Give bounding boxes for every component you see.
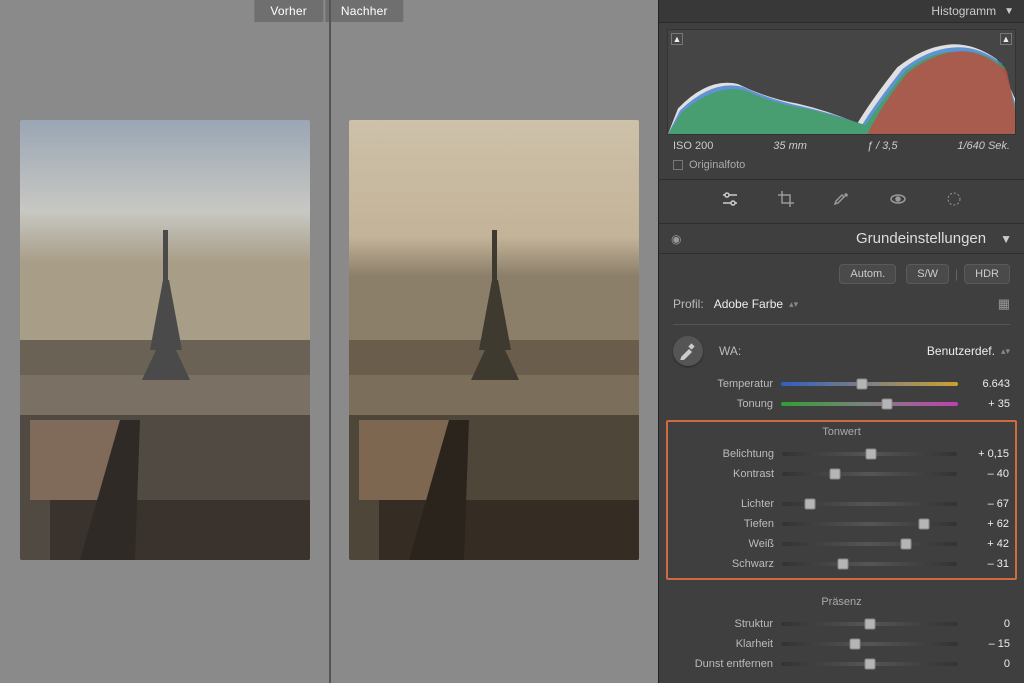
panel-toggle-eye-icon[interactable]: ◉ <box>671 232 681 246</box>
preview-divider[interactable] <box>329 0 331 683</box>
wb-dropdown[interactable]: Benutzerdef. ▴▾ <box>927 344 1010 358</box>
treatment-modes: Autom. S/W | HDR <box>659 254 1024 292</box>
exposure-slider[interactable]: Belichtung+ 0,15 <box>674 444 1009 464</box>
wb-sliders: Temperatur6.643 Tonung+ 35 <box>659 374 1024 418</box>
highlights-slider[interactable]: Lichter– 67 <box>674 494 1009 514</box>
exif-aperture: ƒ / 3,5 <box>867 140 898 152</box>
shadows-slider[interactable]: Tiefen+ 62 <box>674 514 1009 534</box>
tool-strip <box>659 180 1024 224</box>
presence-group-title: Präsenz <box>659 586 1024 614</box>
profile-value: Adobe Farbe <box>714 297 783 311</box>
before-photo[interactable] <box>20 120 310 560</box>
before-column <box>0 0 329 683</box>
texture-slider[interactable]: Struktur0 <box>673 614 1010 634</box>
wb-eyedropper-icon[interactable] <box>673 336 703 366</box>
temperature-slider[interactable]: Temperatur6.643 <box>673 374 1010 394</box>
basic-panel-title: Grundeinstellungen <box>856 230 986 247</box>
contrast-slider[interactable]: Kontrast– 40 <box>674 464 1009 484</box>
hdr-button[interactable]: HDR <box>964 264 1010 284</box>
white-balance-row: WA: Benutzerdef. ▴▾ <box>659 331 1024 374</box>
profile-label: Profil: <box>673 297 704 311</box>
wb-label: WA: <box>719 344 741 358</box>
tone-group-title: Tonwert <box>674 424 1009 444</box>
histogram[interactable]: ▲ ▲ <box>667 29 1016 135</box>
crop-icon[interactable] <box>777 190 795 211</box>
auto-button[interactable]: Autom. <box>839 264 896 284</box>
original-photo-row[interactable]: Originalfoto <box>659 155 1024 180</box>
profile-row: Profil: Adobe Farbe ▴▾ ▦ <box>659 292 1024 322</box>
develop-panel: Histogramm ▼ ▲ ▲ ISO 200 35 mm ƒ / 3,5 1… <box>658 0 1024 683</box>
whites-slider[interactable]: Weiß+ 42 <box>674 534 1009 554</box>
highlight-clip-indicator[interactable]: ▲ <box>1000 33 1012 45</box>
mode-separator: | <box>951 264 962 284</box>
after-photo[interactable] <box>349 120 639 560</box>
exif-focal: 35 mm <box>773 140 807 152</box>
presence-sliders: Struktur0 Klarheit– 15 Dunst entfernen0 … <box>659 614 1024 683</box>
basic-panel-header[interactable]: ◉ Grundeinstellungen ▼ <box>659 224 1024 254</box>
redeye-icon[interactable] <box>889 190 907 211</box>
healing-icon[interactable] <box>833 190 851 211</box>
tint-slider[interactable]: Tonung+ 35 <box>673 394 1010 414</box>
collapse-icon[interactable]: ▼ <box>1000 232 1012 246</box>
collapse-icon[interactable]: ▼ <box>1004 6 1014 17</box>
histogram-title: Histogramm <box>931 4 996 18</box>
wb-value: Benutzerdef. <box>927 344 995 358</box>
tone-section-highlighted: Tonwert Belichtung+ 0,15 Kontrast– 40 Li… <box>666 420 1017 580</box>
edit-sliders-icon[interactable] <box>721 190 739 211</box>
dropdown-icon: ▴▾ <box>789 299 798 310</box>
exif-info: ISO 200 35 mm ƒ / 3,5 1/640 Sek. <box>659 135 1024 155</box>
bw-button[interactable]: S/W <box>906 264 949 284</box>
before-after-preview: Vorher Nachher <box>0 0 658 683</box>
after-column <box>329 0 658 683</box>
exif-shutter: 1/640 Sek. <box>957 140 1010 152</box>
shadow-clip-indicator[interactable]: ▲ <box>671 33 683 45</box>
masking-icon[interactable] <box>945 190 963 211</box>
profile-browser-icon[interactable]: ▦ <box>998 296 1010 312</box>
blacks-slider[interactable]: Schwarz– 31 <box>674 554 1009 574</box>
separator <box>673 324 1010 325</box>
original-label: Originalfoto <box>689 159 745 171</box>
dehaze-slider[interactable]: Dunst entfernen0 <box>673 654 1010 674</box>
dropdown-icon: ▴▾ <box>1001 346 1010 357</box>
profile-dropdown[interactable]: Adobe Farbe ▴▾ <box>714 297 798 311</box>
exif-iso: ISO 200 <box>673 140 713 152</box>
histogram-header[interactable]: Histogramm ▼ <box>659 0 1024 23</box>
clarity-slider[interactable]: Klarheit– 15 <box>673 634 1010 654</box>
original-checkbox[interactable] <box>673 160 683 170</box>
